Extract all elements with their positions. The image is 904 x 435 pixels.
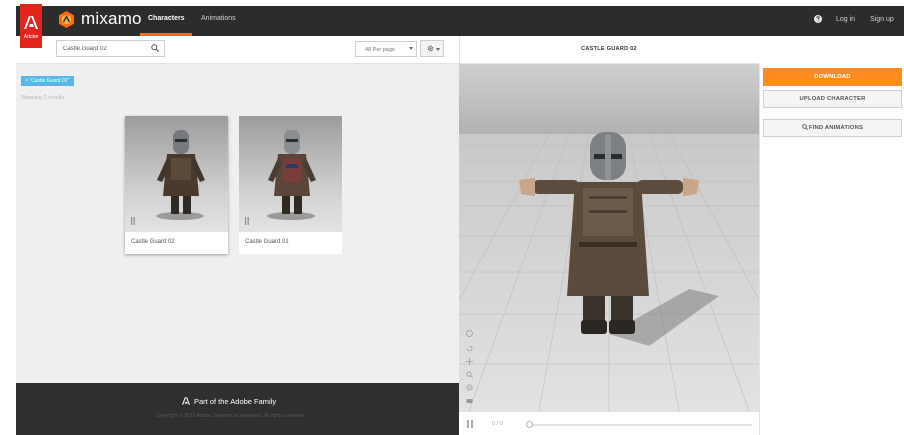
app-name: mixamo [81, 9, 142, 28]
tab-animations[interactable]: Animations [201, 15, 236, 22]
rig-icon [245, 217, 249, 225]
find-animations-button[interactable]: FIND ANIMATIONS [763, 119, 902, 137]
copyright-text: Copyright © 2016 Adobe Systems Incorpora… [156, 413, 306, 419]
footer [16, 383, 459, 435]
adobe-a-icon [24, 16, 38, 29]
chevron-down-icon [409, 47, 413, 50]
help-circle-icon[interactable] [814, 15, 822, 23]
character-card[interactable]: Castle Guard 01 [239, 116, 342, 254]
search-icon [802, 124, 808, 130]
camera-icon[interactable] [466, 397, 473, 404]
viewer-title: CASTLE GUARD 02 [581, 46, 637, 52]
adobe-wordmark: Adobe [23, 34, 39, 40]
pan-icon[interactable] [466, 358, 473, 365]
character-thumbnail [125, 116, 228, 232]
search-icon[interactable] [151, 44, 159, 52]
mixamo-logo[interactable]: mixamo [58, 9, 142, 29]
results-panel [16, 64, 459, 383]
adobe-logo[interactable]: Adobe [20, 4, 42, 48]
find-animations-label: FIND ANIMATIONS [808, 125, 864, 131]
frame-counter: 0 / 0 [492, 421, 503, 427]
timeline-track[interactable] [528, 424, 752, 426]
tab-characters[interactable]: Characters [148, 15, 185, 22]
zoom-icon[interactable] [466, 371, 473, 378]
footer-brand-text: Part of the Adobe Family [194, 397, 277, 406]
3d-viewport[interactable] [459, 64, 759, 411]
per-page-select[interactable]: 48 Per page [355, 41, 417, 57]
character-card-label: Castle Guard 01 [245, 239, 289, 245]
download-button[interactable]: DOWNLOAD [763, 68, 902, 86]
character-card[interactable]: Castle Guard 02 [125, 116, 228, 254]
rig-icon [131, 217, 135, 225]
reset-view-icon[interactable] [466, 384, 473, 391]
result-count: Showing 2 results [21, 95, 65, 101]
mixamo-mark-icon [59, 10, 74, 28]
mixamo-app: Adobe mixamo Characters Animations Log i… [0, 0, 904, 435]
signup-link[interactable]: Sign up [870, 16, 894, 23]
search-input[interactable] [56, 40, 165, 57]
settings-dropdown-button[interactable] [420, 40, 444, 57]
character-card-label: Castle Guard 02 [131, 239, 175, 245]
chevron-down-icon [436, 48, 440, 51]
character-thumbnail [239, 116, 342, 232]
gear-icon [427, 45, 434, 52]
animation-playbar [459, 411, 759, 435]
guard-thumbnail-figure [267, 130, 316, 220]
character-3d-preview [459, 64, 759, 411]
guard-thumbnail-figure [156, 130, 205, 220]
view-mode-icon[interactable] [466, 330, 473, 337]
adobe-a-icon [182, 397, 190, 405]
upload-character-button[interactable]: UPLOAD CHARACTER [763, 90, 902, 108]
login-link[interactable]: Log in [836, 16, 855, 23]
timeline-scrubber[interactable] [526, 421, 533, 428]
filter-tag[interactable]: × "Castle Guard 02" [21, 76, 75, 86]
pause-icon[interactable] [467, 420, 473, 428]
rotate-icon[interactable] [466, 345, 473, 352]
